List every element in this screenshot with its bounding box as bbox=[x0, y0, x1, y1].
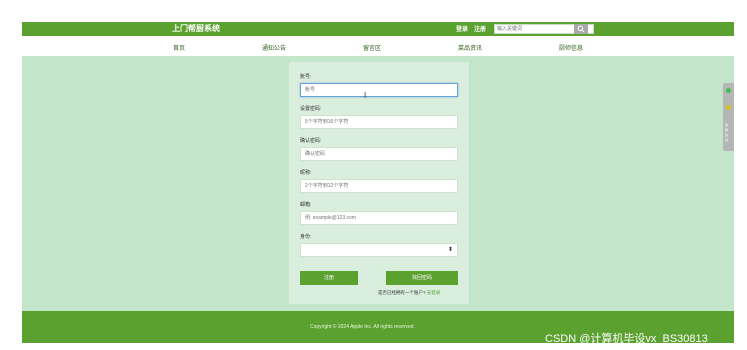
nav-item-home[interactable]: 首页 bbox=[173, 43, 185, 52]
go-login-link[interactable]: 去登录 bbox=[427, 290, 441, 295]
login-link[interactable]: 登录 bbox=[456, 24, 468, 33]
site-brand[interactable]: 上门帮厨系统 bbox=[172, 23, 220, 34]
nickname-field[interactable] bbox=[300, 179, 458, 193]
confirm-password-field[interactable] bbox=[300, 147, 458, 161]
role-select[interactable]: ⬍ bbox=[300, 243, 458, 257]
account-label: 账号: bbox=[300, 74, 312, 80]
login-prompt: 是否已经拥有一个账户? 去登录 bbox=[378, 290, 440, 296]
side-text-2: 服 bbox=[725, 128, 729, 132]
password-field[interactable] bbox=[300, 115, 458, 129]
search-icon bbox=[577, 25, 585, 33]
reset-password-button[interactable]: 找回密码 bbox=[386, 271, 458, 285]
copyright-text: Copyright © 2024 Apple Inc. All rights r… bbox=[310, 324, 415, 330]
side-text-4: 线 bbox=[725, 138, 729, 142]
page: 上门帮厨系统 登录 注册 首页 通知公告 留言区 菜品资讯 厨师信息 账号: I… bbox=[0, 0, 747, 350]
yellow-dot-icon bbox=[726, 105, 731, 110]
side-text-1: 客 bbox=[725, 123, 729, 127]
role-label: 身份: bbox=[300, 234, 312, 240]
register-link[interactable]: 注册 bbox=[474, 24, 486, 33]
side-text-3: 热 bbox=[725, 133, 729, 137]
side-contact-widget[interactable]: 客 服 热 线 bbox=[723, 83, 734, 151]
email-field[interactable] bbox=[300, 211, 458, 225]
text-cursor-icon: I bbox=[364, 91, 367, 100]
main-nav: 首页 通知公告 留言区 菜品资讯 厨师信息 bbox=[22, 36, 734, 56]
account-field[interactable] bbox=[300, 83, 458, 97]
top-header-bar: 上门帮厨系统 登录 注册 bbox=[22, 22, 734, 36]
email-label: 邮箱: bbox=[300, 202, 312, 208]
nav-item-messages[interactable]: 留言区 bbox=[363, 43, 381, 52]
csdn-watermark: CSDN @计算机毕设vx_BS30813 bbox=[545, 333, 708, 345]
register-button[interactable]: 注册 bbox=[300, 271, 358, 285]
nav-item-chef-info[interactable]: 厨师信息 bbox=[559, 43, 583, 52]
password-label: 设置密码: bbox=[300, 106, 322, 112]
search-button[interactable] bbox=[574, 24, 588, 34]
confirm-password-label: 确认密码: bbox=[300, 138, 322, 144]
has-account-text: 是否已经拥有一个账户? bbox=[378, 290, 426, 295]
select-caret-icon: ⬍ bbox=[447, 247, 453, 253]
main-content: 账号: I 设置密码: 确认密码: 昵称: 邮箱: 身份: ⬍ 注册 找回密码 … bbox=[22, 56, 734, 311]
green-dot-icon bbox=[726, 88, 731, 93]
nickname-label: 昵称: bbox=[300, 170, 312, 176]
register-form-card: 账号: I 设置密码: 确认密码: 昵称: 邮箱: 身份: ⬍ 注册 找回密码 … bbox=[289, 62, 469, 304]
nav-item-notices[interactable]: 通知公告 bbox=[262, 43, 286, 52]
nav-item-dish-news[interactable]: 菜品资讯 bbox=[458, 43, 482, 52]
